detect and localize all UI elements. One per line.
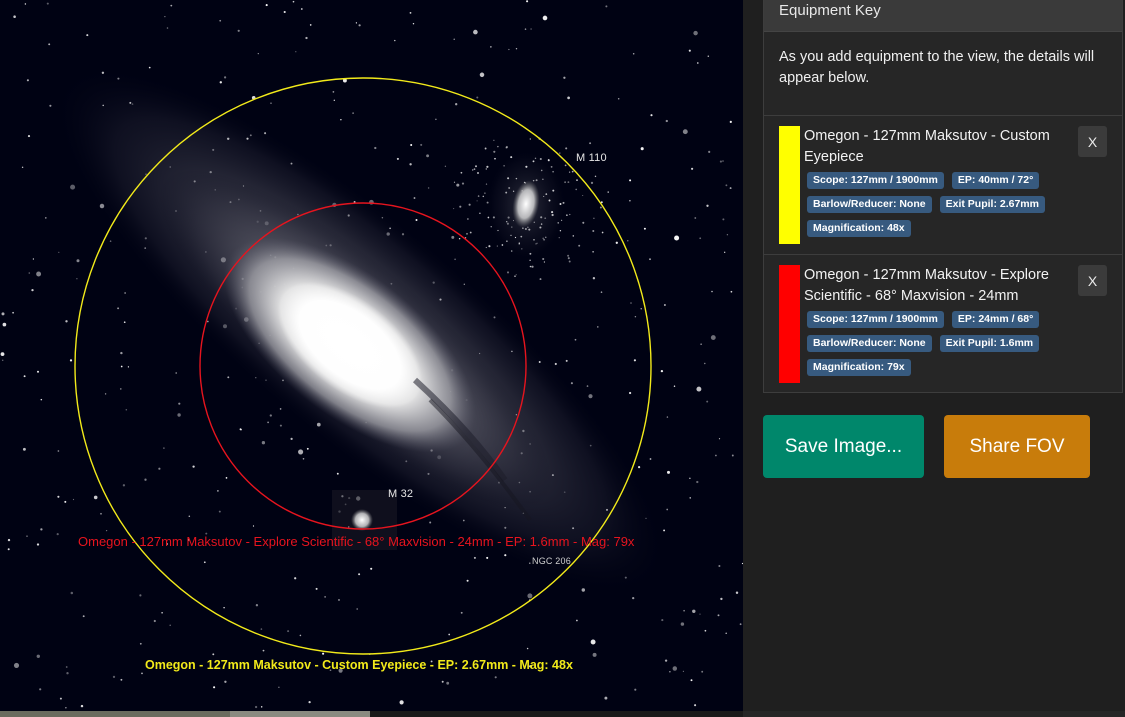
- equipment-key-header: Equipment Key: [764, 0, 1122, 32]
- save-image-button[interactable]: Save Image...: [763, 415, 924, 478]
- thumbnail-strip: [0, 711, 230, 717]
- bottom-strip: [0, 711, 1125, 717]
- equipment-badges: Scope: 127mm / 1900mm EP: 24mm / 68° Bar…: [807, 311, 1107, 383]
- label-m110: M 110: [576, 152, 607, 164]
- scope-badge: Scope: 127mm / 1900mm: [807, 172, 944, 189]
- fov-view[interactable]: M 110 M 32 NGC 206 Omegon - 127mm Maksut…: [0, 0, 743, 711]
- label-m32: M 32: [388, 488, 414, 500]
- scope-badge: Scope: 127mm / 1900mm: [807, 311, 944, 328]
- remove-equipment-button[interactable]: X: [1078, 126, 1107, 157]
- exit-pupil-badge: Exit Pupil: 1.6mm: [939, 335, 1040, 352]
- fov-label-red: Omegon - 127mm Maksutov - Explore Scient…: [78, 534, 635, 549]
- label-ngc206: NGC 206: [532, 556, 571, 566]
- galaxy-m32: [351, 509, 373, 531]
- equipment-item-title: Omegon - 127mm Maksutov - Explore Scient…: [804, 267, 1049, 304]
- equipment-item: Omegon - 127mm Maksutov - Explore Scient…: [764, 255, 1122, 394]
- magnification-badge: Magnification: 79x: [807, 359, 911, 376]
- barlow-badge: Barlow/Reducer: None: [807, 196, 932, 213]
- color-swatch: [779, 126, 800, 244]
- eyepiece-badge: EP: 24mm / 68°: [951, 311, 1040, 328]
- share-fov-button[interactable]: Share FOV: [944, 415, 1090, 478]
- remove-equipment-button[interactable]: X: [1078, 265, 1107, 296]
- equipment-key-intro: As you add equipment to the view, the de…: [764, 32, 1122, 116]
- thumbnail-strip: [230, 711, 370, 717]
- barlow-badge: Barlow/Reducer: None: [807, 335, 932, 352]
- fov-label-yellow: Omegon - 127mm Maksutov - Custom Eyepiec…: [145, 658, 573, 672]
- equipment-item: Omegon - 127mm Maksutov - Custom Eyepiec…: [764, 116, 1122, 255]
- eyepiece-badge: EP: 40mm / 72°: [951, 172, 1040, 189]
- sky-image: [0, 0, 743, 711]
- color-swatch: [779, 265, 800, 383]
- equipment-key-panel: Equipment Key As you add equipment to th…: [763, 0, 1123, 393]
- exit-pupil-badge: Exit Pupil: 2.67mm: [939, 196, 1045, 213]
- thumbnail-strip: [370, 711, 743, 717]
- equipment-item-title: Omegon - 127mm Maksutov - Custom Eyepiec…: [804, 128, 1050, 165]
- magnification-badge: Magnification: 48x: [807, 220, 911, 237]
- equipment-badges: Scope: 127mm / 1900mm EP: 40mm / 72° Bar…: [807, 172, 1107, 244]
